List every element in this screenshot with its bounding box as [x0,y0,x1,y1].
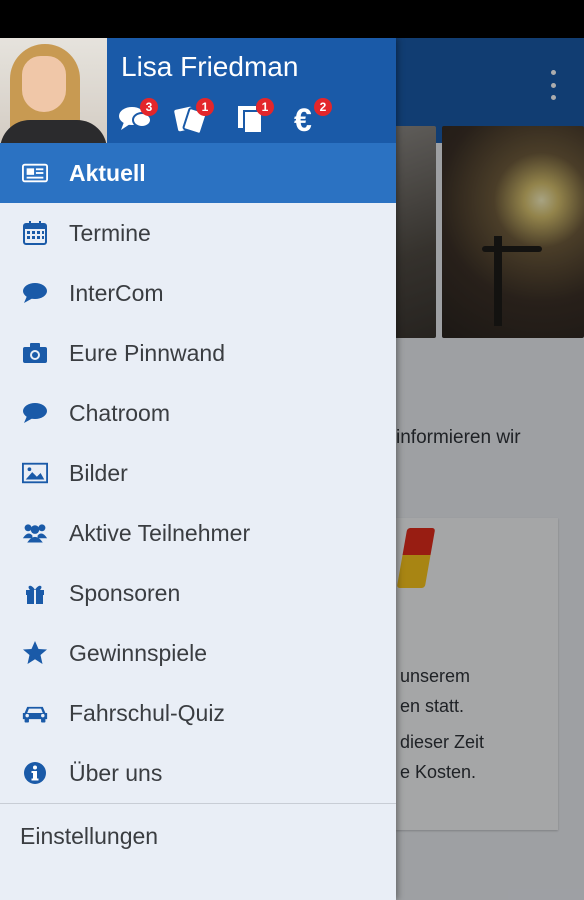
svg-text:€: € [294,104,312,134]
star-icon [22,640,48,666]
navigation-drawer: Lisa Friedman 3 1 1 € 2 Aktuell Termine … [0,38,396,900]
menu-label: Chatroom [69,399,170,426]
avatar[interactable] [0,38,107,143]
picture-icon [22,460,48,486]
menu-item-eure-pinnwand[interactable]: Eure Pinnwand [0,323,396,383]
menu-label: Sponsoren [69,579,181,606]
drawer-header: Lisa Friedman 3 1 1 € 2 [0,38,396,143]
badge-count: 2 [314,98,332,116]
menu-item-bilder[interactable]: Bilder [0,443,396,503]
car-icon [22,700,48,726]
menu-label: Aktuell [69,159,146,186]
menu-label: Aktive Teilnehmer [69,519,251,546]
divider [0,803,396,804]
menu-label: Bilder [69,459,128,486]
chat-bubble-icon [22,400,48,426]
documents-badge-button[interactable]: 1 [234,98,274,134]
menu-item-gewinnspiele[interactable]: Gewinnspiele [0,623,396,683]
info-icon [22,760,48,786]
menu-item-aktive-teilnehmer[interactable]: Aktive Teilnehmer [0,503,396,563]
menu-item-sponsoren[interactable]: Sponsoren [0,563,396,623]
camera-icon [22,340,48,366]
menu-item-intercom[interactable]: InterCom [0,263,396,323]
badge-count: 3 [140,98,158,116]
menu-item-fahrschul-quiz[interactable]: Fahrschul-Quiz [0,683,396,743]
calendar-icon [22,220,48,246]
avatar-face [22,56,66,112]
menu-item-chatroom[interactable]: Chatroom [0,383,396,443]
drawer-menu: Aktuell Termine InterCom Eure Pinnwand C… [0,143,396,803]
menu-item-aktuell[interactable]: Aktuell [0,143,396,203]
users-icon [22,520,48,546]
payments-badge-button[interactable]: € 2 [292,98,332,134]
avatar-shoulders [0,120,107,143]
badge-count: 1 [256,98,274,116]
menu-label: Termine [69,219,151,246]
status-bar [0,0,584,38]
menu-item-termine[interactable]: Termine [0,203,396,263]
menu-label: InterCom [69,279,164,306]
menu-item-ueber-uns[interactable]: Über uns [0,743,396,803]
newspaper-icon [22,160,48,186]
user-name: Lisa Friedman [121,51,299,82]
gift-icon [22,580,48,606]
menu-label: Fahrschul-Quiz [69,699,225,726]
messages-badge-button[interactable]: 3 [118,98,158,134]
menu-label: Über uns [69,759,163,786]
tickets-badge-button[interactable]: 1 [174,98,214,134]
chat-bubble-icon [22,280,48,306]
menu-label: Gewinnspiele [69,639,208,666]
settings-item[interactable]: Einstellungen [20,823,158,850]
badge-count: 1 [196,98,214,116]
menu-label: Eure Pinnwand [69,339,225,366]
